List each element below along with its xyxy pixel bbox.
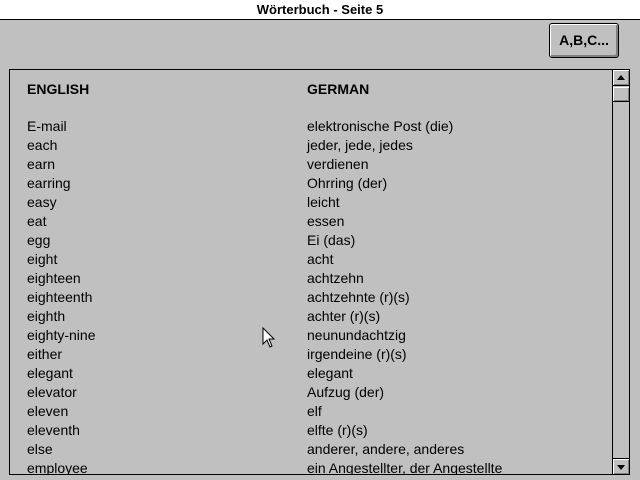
- english-word: egg: [27, 232, 51, 248]
- list-item[interactable]: eighth achter (r)(s): [10, 307, 613, 326]
- english-word: eleven: [27, 403, 69, 419]
- english-word: elegant: [27, 365, 73, 381]
- english-word: employee: [27, 460, 88, 474]
- list-item[interactable]: eleventh elfte (r)(s): [10, 421, 613, 440]
- german-translation: acht: [307, 251, 334, 267]
- column-header-german: GERMAN: [307, 81, 370, 97]
- list-item[interactable]: eighteenth achtzehnte (r)(s): [10, 288, 613, 307]
- arrow-up-icon: [617, 75, 625, 80]
- list-item[interactable]: either irgendeine (r)(s): [10, 345, 613, 364]
- english-word: earn: [27, 156, 56, 172]
- list-item[interactable]: E-mail elektronische Post (die): [10, 117, 613, 136]
- english-word: eighteen: [27, 270, 81, 286]
- word-list-content: ENGLISH GERMAN E-mail elektronische Post …: [10, 70, 613, 474]
- list-item[interactable]: else anderer, andere, anderes: [10, 440, 613, 459]
- german-translation: ein Angestellter, der Angestellte: [307, 460, 503, 474]
- vertical-scrollbar[interactable]: [612, 70, 629, 474]
- english-word: either: [27, 346, 63, 362]
- list-item[interactable]: employee ein Angestellter, der Angestell…: [10, 459, 613, 474]
- arrow-down-icon: [617, 465, 625, 470]
- english-word: earring: [27, 175, 71, 191]
- german-translation: Ei (das): [307, 232, 356, 248]
- german-translation: irgendeine (r)(s): [307, 346, 407, 362]
- scroll-up-button[interactable]: [613, 70, 629, 86]
- german-translation: achtzehnte (r)(s): [307, 289, 410, 305]
- english-word: each: [27, 137, 58, 153]
- english-word: eighteenth: [27, 289, 93, 305]
- list-item[interactable]: eighty-nine neunundachtzig: [10, 326, 613, 345]
- list-item[interactable]: elegant elegant: [10, 364, 613, 383]
- english-word: elevator: [27, 384, 77, 400]
- scroll-down-button[interactable]: [613, 458, 629, 474]
- window-title: Wörterbuch - Seite 5: [0, 0, 640, 20]
- list-item[interactable]: each jeder, jede, jedes: [10, 136, 613, 155]
- german-translation: anderer, andere, anderes: [307, 441, 465, 457]
- list-item[interactable]: eleven elf: [10, 402, 613, 421]
- english-word: E-mail: [27, 118, 67, 134]
- list-item[interactable]: eight acht: [10, 250, 613, 269]
- column-header-english: ENGLISH: [27, 81, 90, 97]
- english-word: else: [27, 441, 53, 457]
- list-item[interactable]: eighteen achtzehn: [10, 269, 613, 288]
- word-rows: E-mail elektronische Post (die) each jeder,…: [10, 117, 613, 474]
- english-word: eight: [27, 251, 58, 267]
- german-translation: essen: [307, 213, 345, 229]
- german-translation: achter (r)(s): [307, 308, 381, 324]
- list-item[interactable]: easy leicht: [10, 193, 613, 212]
- german-translation: Aufzug (der): [307, 384, 385, 400]
- english-word: eleventh: [27, 422, 80, 438]
- german-translation: Ohrring (der): [307, 175, 388, 191]
- list-item[interactable]: earring Ohrring (der): [10, 174, 613, 193]
- word-list[interactable]: ENGLISH GERMAN E-mail elektronische Post …: [9, 69, 630, 475]
- german-translation: elfte (r)(s): [307, 422, 368, 438]
- english-word: eighth: [27, 308, 66, 324]
- mouse-pointer-icon: [262, 327, 276, 348]
- english-word: eighty-nine: [27, 327, 96, 343]
- list-item[interactable]: eat essen: [10, 212, 613, 231]
- english-word: eat: [27, 213, 47, 229]
- german-translation: neunundachtzig: [307, 327, 406, 343]
- german-translation: leicht: [307, 194, 340, 210]
- german-translation: verdienen: [307, 156, 369, 172]
- list-item[interactable]: elevator Aufzug (der): [10, 383, 613, 402]
- english-word: easy: [27, 194, 57, 210]
- dictionary-window: Wörterbuch - Seite 5 A,B,C... ENGLISH GE…: [0, 0, 640, 480]
- scroll-thumb[interactable]: [613, 87, 629, 102]
- alphabet-index-button[interactable]: A,B,C...: [549, 23, 619, 58]
- german-translation: elektronische Post (die): [307, 118, 454, 134]
- list-item[interactable]: egg Ei (das): [10, 231, 613, 250]
- german-translation: jeder, jede, jedes: [307, 137, 413, 153]
- german-translation: elegant: [307, 365, 353, 381]
- german-translation: elf: [307, 403, 322, 419]
- german-translation: achtzehn: [307, 270, 364, 286]
- list-item[interactable]: earn verdienen: [10, 155, 613, 174]
